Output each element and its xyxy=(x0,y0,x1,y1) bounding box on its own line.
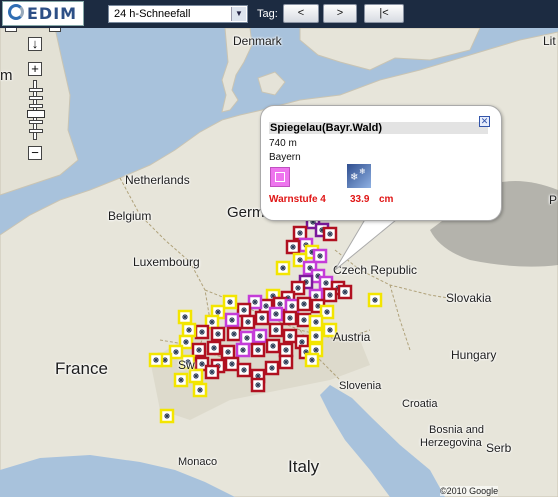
label-monaco: Monaco xyxy=(178,456,218,468)
snow-station-marker[interactable] xyxy=(268,322,284,338)
latest-day-button[interactable]: |< xyxy=(364,4,404,23)
snow-station-marker[interactable] xyxy=(296,296,312,312)
logo-ring-icon xyxy=(8,4,24,20)
snow-station-marker[interactable] xyxy=(181,322,197,338)
snow-station-marker[interactable] xyxy=(220,344,236,360)
snow-station-marker[interactable] xyxy=(226,326,242,342)
snow-station-marker[interactable] xyxy=(254,310,270,326)
snow-station-marker[interactable] xyxy=(204,364,220,380)
previous-day-button[interactable]: < xyxy=(283,4,319,23)
top-toolbar: EDIM 24 h-Schneefall ▼ Tag: < > |< xyxy=(0,0,558,28)
zoom-tick-3 xyxy=(29,104,43,108)
label-croatia: Croatia xyxy=(402,398,438,410)
pan-down-button[interactable]: ↓ xyxy=(28,37,42,51)
label-france: France xyxy=(55,359,108,378)
snow-station-marker[interactable] xyxy=(282,328,298,344)
snow-station-marker[interactable] xyxy=(191,342,207,358)
snow-station-marker[interactable] xyxy=(285,239,301,255)
snow-station-marker[interactable] xyxy=(250,342,266,358)
label-edge-top-right: Lit xyxy=(543,34,556,48)
snow-station-marker[interactable] xyxy=(210,326,226,342)
snow-station-marker[interactable] xyxy=(308,314,324,330)
snow-station-marker[interactable] xyxy=(275,260,291,276)
snowfall-value: 33.9 xyxy=(350,194,370,205)
snow-station-marker[interactable] xyxy=(292,225,308,241)
map-copyright: ©2010 Google xyxy=(440,486,499,496)
snow-station-marker[interactable] xyxy=(239,330,255,346)
label-luxembourg: Luxembourg xyxy=(133,255,200,269)
snow-station-marker[interactable] xyxy=(192,382,208,398)
snow-station-marker[interactable] xyxy=(318,275,334,291)
snow-station-marker[interactable] xyxy=(265,338,281,354)
snow-station-marker[interactable] xyxy=(194,324,210,340)
zoom-in-button[interactable]: + xyxy=(28,62,42,76)
snow-station-marker[interactable] xyxy=(159,408,175,424)
snow-station-marker[interactable] xyxy=(278,354,294,370)
label-serbia: Serb xyxy=(486,441,512,455)
snow-station-marker[interactable] xyxy=(337,284,353,300)
pan-right-partial-button[interactable] xyxy=(49,28,61,32)
zoom-tick-1 xyxy=(29,88,43,92)
logo-text: EDIM xyxy=(27,4,78,23)
chevron-down-icon[interactable]: ▼ xyxy=(231,7,246,21)
label-belgium: Belgium xyxy=(108,209,152,223)
next-day-button[interactable]: > xyxy=(323,4,357,23)
snowfall-icon xyxy=(347,164,371,188)
station-name: Spiegelau(Bayr.Wald) xyxy=(269,122,488,134)
snow-station-marker[interactable] xyxy=(173,372,189,388)
snow-station-marker[interactable] xyxy=(278,342,294,358)
label-slovenia: Slovenia xyxy=(339,380,382,392)
label-bosnia-2: Herzegovina xyxy=(420,437,482,449)
snow-station-marker[interactable] xyxy=(224,356,240,372)
zoom-tick-5 xyxy=(29,129,43,133)
close-icon[interactable]: ✕ xyxy=(479,116,490,127)
snow-station-marker[interactable] xyxy=(224,312,240,328)
label-italy: Italy xyxy=(288,457,320,476)
snow-station-marker[interactable] xyxy=(235,342,251,358)
snow-station-marker[interactable] xyxy=(240,314,256,330)
label-netherlands: Netherlands xyxy=(125,173,190,187)
cedim-logo[interactable]: EDIM xyxy=(2,1,84,26)
warning-level-icon xyxy=(270,167,290,187)
snow-station-marker[interactable] xyxy=(252,328,268,344)
snow-station-marker[interactable] xyxy=(282,310,298,326)
zoom-tick-2 xyxy=(29,96,43,100)
warning-level-text: Warnstufe 4 xyxy=(269,194,326,205)
parameter-select-value: 24 h-Schneefall xyxy=(114,8,191,20)
label-denmark: Denmark xyxy=(233,34,282,48)
station-region: Bayern xyxy=(269,152,301,163)
parameter-select[interactable]: 24 h-Schneefall ▼ xyxy=(108,5,248,23)
day-label: Tag: xyxy=(257,8,278,20)
snow-station-marker[interactable] xyxy=(236,302,252,318)
snow-station-marker[interactable] xyxy=(222,294,238,310)
snow-station-marker[interactable] xyxy=(268,306,284,322)
snow-station-marker[interactable] xyxy=(367,292,383,308)
snow-station-marker[interactable] xyxy=(250,377,266,393)
label-edge-left: m xyxy=(0,67,13,84)
snow-station-marker[interactable] xyxy=(236,362,252,378)
label-switzerland: Sw xyxy=(178,358,195,372)
snow-station-marker[interactable] xyxy=(304,352,320,368)
snow-station-marker[interactable] xyxy=(148,352,164,368)
snowfall-unit: cm xyxy=(379,194,394,205)
snow-station-marker[interactable] xyxy=(308,328,324,344)
snow-station-marker[interactable] xyxy=(177,309,193,325)
label-hungary: Hungary xyxy=(451,348,497,362)
snow-station-marker[interactable] xyxy=(284,298,300,314)
zoom-slider-handle[interactable] xyxy=(27,110,45,118)
snow-station-marker[interactable] xyxy=(264,360,280,376)
zoom-out-button[interactable]: − xyxy=(28,146,42,160)
label-austria: Austria xyxy=(333,330,371,344)
station-info-popup: Spiegelau(Bayr.Wald) ✕ 740 m Bayern Warn… xyxy=(260,105,502,221)
pan-left-partial-button[interactable] xyxy=(5,28,17,32)
station-elevation: 740 m xyxy=(269,138,297,149)
label-bosnia-1: Bosnia and xyxy=(429,424,485,436)
snow-station-marker[interactable] xyxy=(206,340,222,356)
label-slovakia: Slovakia xyxy=(446,291,492,305)
snow-station-marker[interactable] xyxy=(322,287,338,303)
label-germany: Germ xyxy=(227,204,265,221)
zoom-tick-4 xyxy=(29,120,43,124)
label-edge-right: P xyxy=(549,193,558,207)
snow-station-marker[interactable] xyxy=(296,312,312,328)
